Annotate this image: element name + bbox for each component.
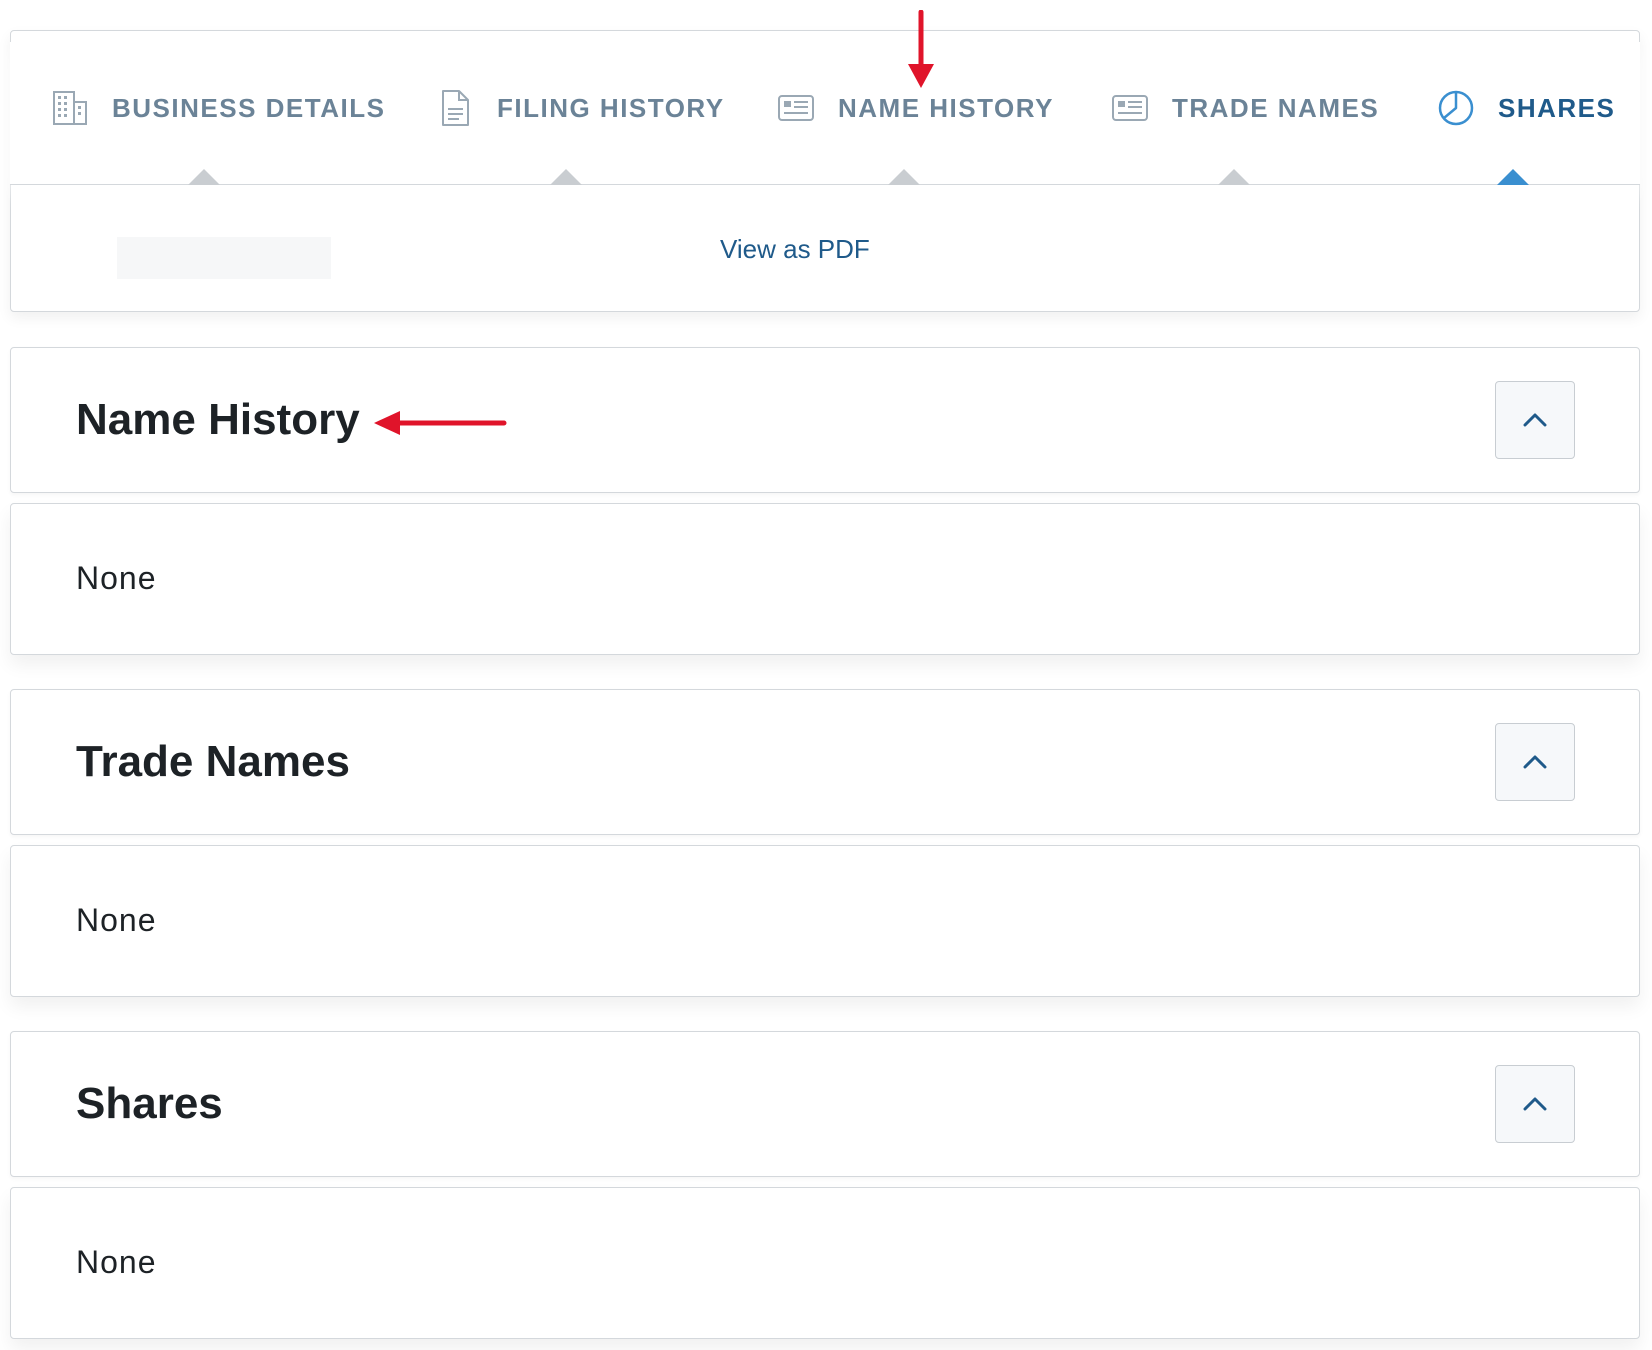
nav-label: BUSINESS DETAILS [112, 92, 386, 123]
pie-chart-icon [1438, 90, 1474, 126]
section-nav: BUSINESS DETAILS FILING HISTORY NAME HIS… [10, 42, 1640, 185]
chevron-up-icon [1523, 755, 1547, 769]
section-body-text: None [76, 1244, 157, 1280]
active-tab-indicator [1497, 169, 1529, 185]
annotation-arrow-left [374, 411, 507, 435]
nav-label: FILING HISTORY [497, 92, 725, 123]
nav-label: NAME HISTORY [838, 92, 1054, 123]
nav-item-business-details[interactable]: BUSINESS DETAILS [50, 88, 385, 128]
nav-label: SHARES [1498, 92, 1616, 123]
section-title: Trade Names [76, 737, 350, 786]
section-header-name-history: Name History [10, 347, 1640, 493]
view-as-pdf-link[interactable]: View as PDF [720, 234, 870, 265]
nav-item-shares[interactable]: SHARES [1436, 88, 1615, 128]
tab-indicator [550, 169, 582, 185]
nav-item-trade-names[interactable]: TRADE NAMES [1110, 88, 1379, 128]
section-header-trade-names: Trade Names [10, 689, 1640, 835]
nav-item-name-history[interactable]: NAME HISTORY [776, 88, 1054, 128]
id-card-icon [778, 95, 814, 121]
nav-item-filing-history[interactable]: FILING HISTORY [435, 88, 725, 128]
chevron-up-icon [1523, 1097, 1547, 1111]
section-header-shares: Shares [10, 1031, 1640, 1177]
section-body-name-history: None [10, 503, 1640, 655]
nav-label: TRADE NAMES [1172, 92, 1380, 123]
building-icon [53, 91, 87, 125]
collapse-button[interactable] [1495, 723, 1575, 801]
value-placeholder [117, 237, 331, 279]
section-title: Name History [76, 395, 360, 444]
tab-indicator [888, 169, 920, 185]
tab-indicator [1218, 169, 1250, 185]
document-icon [442, 90, 469, 126]
id-card-icon [1112, 95, 1148, 121]
section-body-trade-names: None [10, 845, 1640, 997]
tab-indicator [188, 169, 220, 185]
page: View as PDF BUSINESS DETAILS FILING HIST… [0, 0, 1652, 1350]
collapse-button[interactable] [1495, 381, 1575, 459]
chevron-up-icon [1523, 413, 1547, 427]
section-title: Shares [76, 1079, 223, 1128]
annotation-arrow-down [908, 10, 934, 88]
section-body-shares: None [10, 1187, 1640, 1339]
section-body-text: None [76, 902, 157, 938]
section-body-text: None [76, 560, 157, 596]
collapse-button[interactable] [1495, 1065, 1575, 1143]
